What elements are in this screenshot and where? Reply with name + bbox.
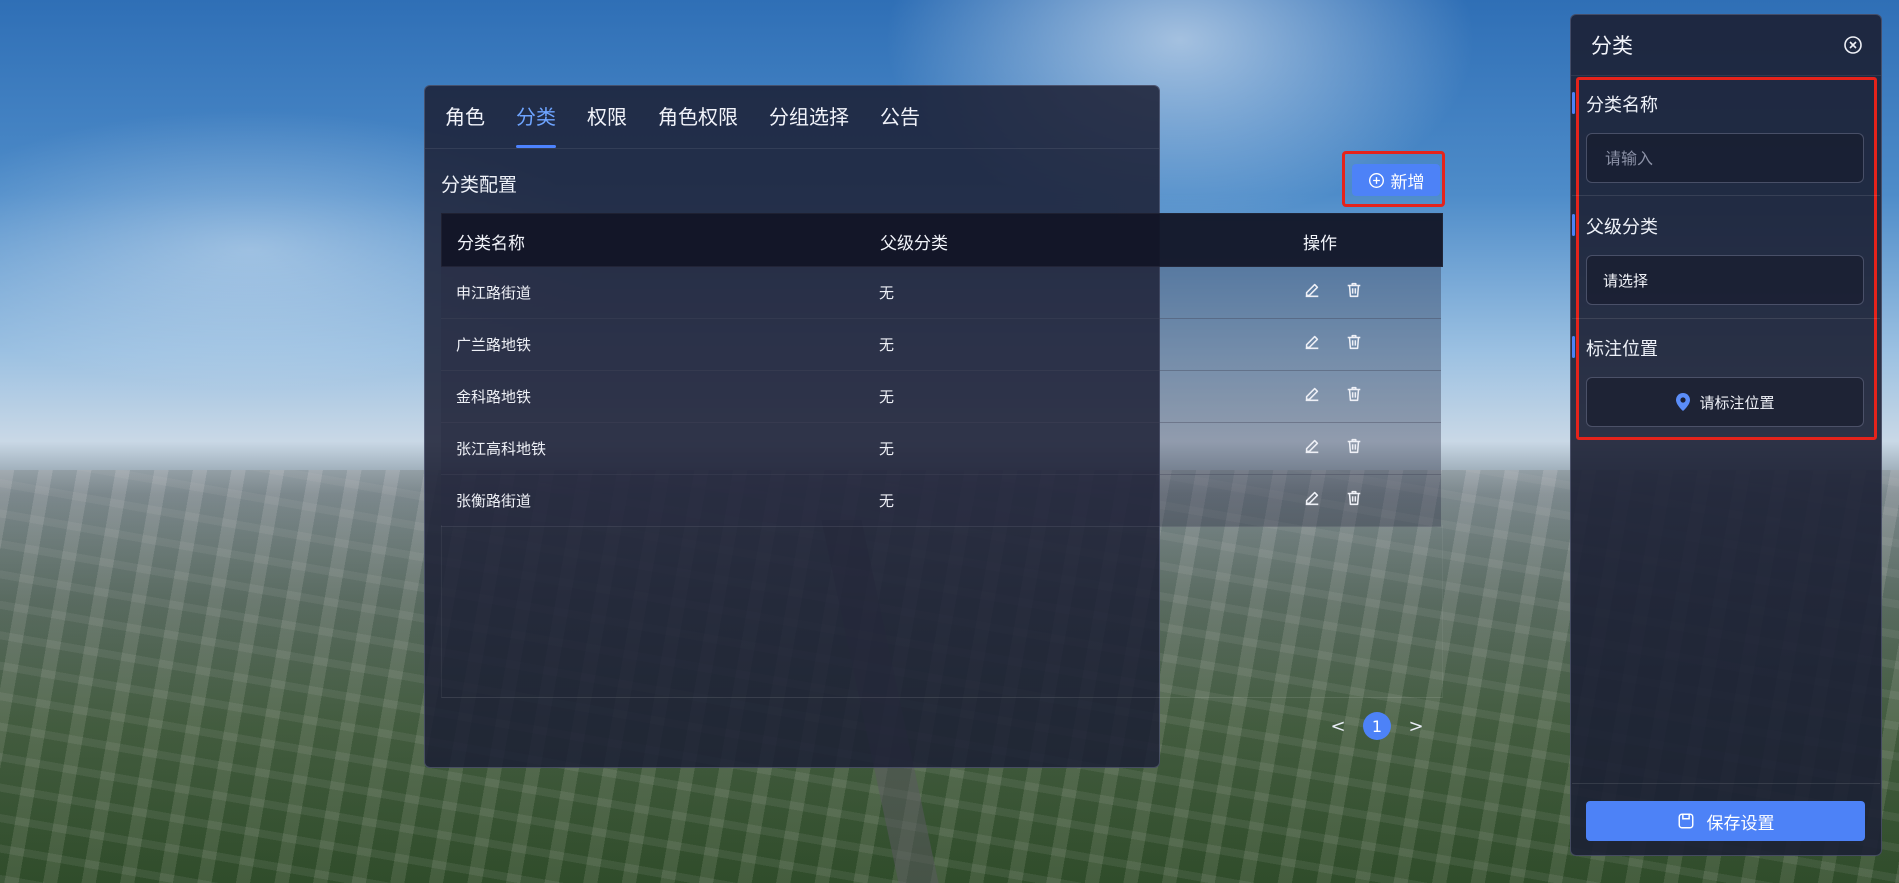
cell-name: 张江高科地铁 [456,440,547,458]
table-row: 张衡路街道 无 [441,474,1441,527]
divider [1572,318,1880,319]
save-settings-button[interactable]: 保存设置 [1586,801,1865,841]
tab-role[interactable]: 角色 [445,86,485,148]
delete-icon[interactable] [1344,384,1364,404]
cell-parent: 无 [879,336,895,354]
table-row: 张江高科地铁 无 [441,422,1441,475]
plus-circle-icon [1368,172,1384,188]
side-panel-header: 分类 [1571,15,1881,76]
edit-icon[interactable] [1302,332,1322,352]
save-settings-label: 保存设置 [1706,813,1775,834]
tab-bar: 角色 分类 权限 角色权限 分组选择 公告 [425,86,1159,149]
add-button[interactable]: 新增 [1352,164,1440,196]
pagination: < 1 > [1329,712,1425,740]
section-title: 分类配置 [441,174,518,196]
table-row: 广兰路地铁 无 [441,318,1441,371]
edit-icon[interactable] [1302,280,1322,300]
column-header-name: 分类名称 [457,234,525,254]
edit-icon[interactable] [1302,436,1322,456]
delete-icon[interactable] [1344,436,1364,456]
table-row: 申江路街道 无 [441,266,1441,319]
tab-role-permission[interactable]: 角色权限 [658,86,738,148]
add-button-label: 新增 [1390,172,1425,193]
mark-location-label: 请标注位置 [1699,393,1775,412]
cell-name: 金科路地铁 [456,388,532,406]
location-label: 标注位置 [1572,335,1866,361]
parent-category-field: 父级分类 请选择 [1572,213,1866,305]
save-icon [1678,813,1693,829]
cell-parent: 无 [879,388,895,406]
close-icon[interactable] [1843,35,1863,55]
table-header: 分类名称 父级分类 操作 [441,213,1443,267]
mark-location-button[interactable]: 请标注位置 [1586,377,1864,427]
page-number-current[interactable]: 1 [1363,712,1391,740]
category-name-input-box [1586,133,1864,183]
delete-icon[interactable] [1344,332,1364,352]
cell-parent: 无 [879,492,895,510]
location-field: 标注位置 请标注位置 [1572,335,1866,427]
next-page-button[interactable]: > [1407,716,1425,737]
tab-category[interactable]: 分类 [516,86,556,148]
tab-announcement[interactable]: 公告 [880,86,920,148]
divider [1572,783,1880,784]
parent-category-select[interactable]: 请选择 [1586,255,1864,305]
category-name-field: 分类名称 [1572,91,1866,183]
category-name-input[interactable] [1603,147,1847,169]
parent-category-label: 父级分类 [1572,213,1866,239]
category-name-label: 分类名称 [1572,91,1866,117]
cell-parent: 无 [879,440,895,458]
tab-permission[interactable]: 权限 [587,86,627,148]
cell-parent: 无 [879,284,895,302]
divider [1572,195,1880,196]
delete-icon[interactable] [1344,488,1364,508]
side-panel-title: 分类 [1591,34,1633,58]
tab-group-select[interactable]: 分组选择 [769,86,849,148]
edit-icon[interactable] [1302,488,1322,508]
table-empty-area [441,525,1443,698]
location-pin-icon [1676,393,1691,411]
parent-category-value: 请选择 [1603,271,1649,290]
prev-page-button[interactable]: < [1329,716,1347,737]
cell-name: 申江路街道 [456,284,532,302]
edit-icon[interactable] [1302,384,1322,404]
cell-name: 张衡路街道 [456,492,532,510]
cell-name: 广兰路地铁 [456,336,532,354]
column-header-parent: 父级分类 [880,234,948,254]
table-row: 金科路地铁 无 [441,370,1441,423]
delete-icon[interactable] [1344,280,1364,300]
column-header-actions: 操作 [1303,234,1337,254]
